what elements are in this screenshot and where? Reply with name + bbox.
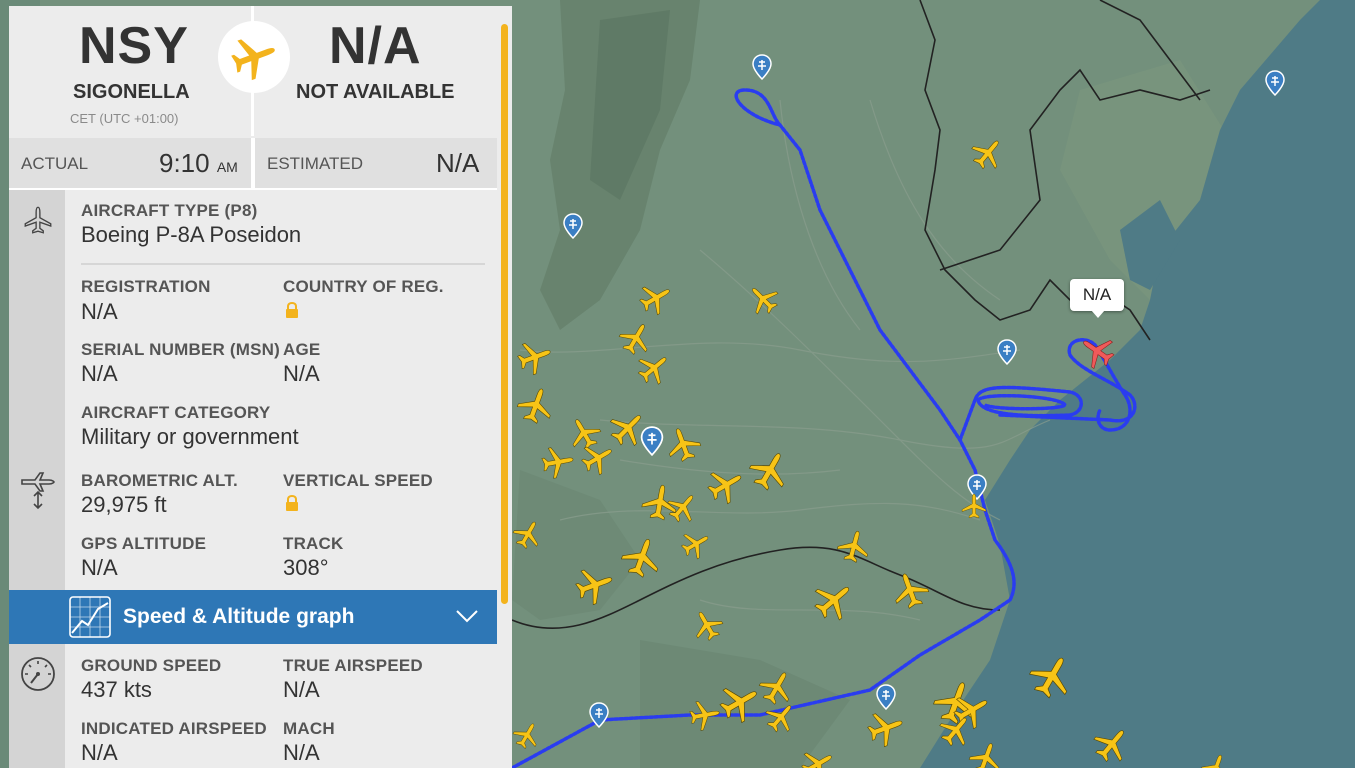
- aircraft-section-sidebar: [9, 190, 65, 590]
- ground-speed-value: 437 kts: [81, 677, 152, 702]
- origin-timezone: CET (UTC +01:00): [70, 111, 179, 126]
- flight-details-panel: NSY SIGONELLA CET (UTC +01:00) N/A NOT A…: [9, 6, 512, 768]
- destination-code[interactable]: N/A: [329, 16, 422, 76]
- airplane-altitude-icon: [19, 470, 57, 515]
- selected-aircraft-label[interactable]: N/A: [1070, 279, 1124, 318]
- actual-label: ACTUAL: [21, 154, 89, 173]
- baro-alt-value: 29,975 ft: [81, 492, 167, 517]
- serial-value: N/A: [81, 361, 118, 386]
- origin-city: SIGONELLA: [73, 81, 190, 103]
- vertical-speed-label: VERTICAL SPEED: [283, 471, 433, 490]
- speed-altitude-graph-toggle[interactable]: Speed & Altitude graph: [9, 590, 497, 644]
- indicated-airspeed-value: N/A: [81, 740, 118, 765]
- route-header: NSY SIGONELLA CET (UTC +01:00) N/A NOT A…: [9, 6, 497, 136]
- lock-icon[interactable]: [285, 301, 299, 324]
- registration-value: N/A: [81, 299, 118, 324]
- chevron-down-icon[interactable]: [455, 608, 479, 629]
- times-row: ACTUAL 9:10 AM ESTIMATED N/A: [9, 138, 497, 188]
- origin-code[interactable]: NSY: [79, 16, 189, 76]
- baro-alt-label: BAROMETRIC ALT.: [81, 471, 238, 490]
- airplane-circle-icon: [218, 21, 290, 93]
- true-airspeed-label: TRUE AIRSPEED: [283, 656, 423, 675]
- mach-value: N/A: [283, 740, 320, 765]
- airplane-icon: [23, 202, 53, 243]
- actual-time: 9:10 AM: [159, 148, 238, 178]
- gps-alt-value: N/A: [81, 555, 118, 580]
- speedometer-icon: [19, 655, 57, 698]
- graph-icon: [68, 595, 112, 644]
- indicated-airspeed-label: INDICATED AIRSPEED: [81, 719, 267, 738]
- aircraft-type-divider: [81, 263, 485, 265]
- track-value: 308°: [283, 555, 329, 580]
- country-label: COUNTRY OF REG.: [283, 277, 444, 296]
- aircraft-type-label: AIRCRAFT TYPE (P8): [81, 201, 258, 220]
- age-label: AGE: [283, 340, 321, 359]
- lock-icon[interactable]: [285, 494, 299, 517]
- category-label: AIRCRAFT CATEGORY: [81, 403, 271, 422]
- age-value: N/A: [283, 361, 320, 386]
- graph-title: Speed & Altitude graph: [123, 605, 355, 628]
- gps-alt-label: GPS ALTITUDE: [81, 534, 207, 553]
- times-bottom-divider: [9, 188, 497, 190]
- estimated-label: ESTIMATED: [267, 154, 364, 173]
- category-value: Military or government: [81, 424, 299, 449]
- ground-speed-label: GROUND SPEED: [81, 656, 222, 675]
- track-label: TRACK: [283, 534, 344, 553]
- mach-label: MACH: [283, 719, 335, 738]
- serial-label: SERIAL NUMBER (MSN): [81, 340, 280, 359]
- times-divider: [251, 138, 255, 188]
- true-airspeed-value: N/A: [283, 677, 320, 702]
- aircraft-type-value: Boeing P-8A Poseidon: [81, 222, 302, 247]
- panel-scrollbar-thumb[interactable]: [501, 24, 508, 604]
- registration-label: REGISTRATION: [81, 277, 211, 296]
- estimated-time: N/A: [436, 148, 480, 178]
- destination-city: NOT AVAILABLE: [296, 81, 455, 103]
